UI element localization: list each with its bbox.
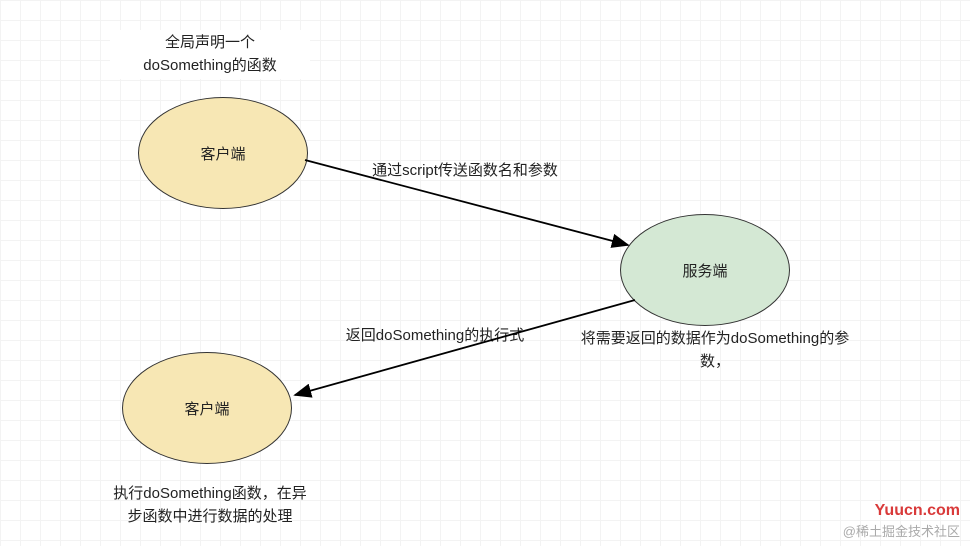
bottom-note-text: 执行doSomething函数，在异 步函数中进行数据的处理 — [113, 485, 306, 525]
node-client-top-label: 客户端 — [200, 143, 245, 164]
watermark-site: Yuucn.com — [875, 502, 960, 520]
node-server-label: 服务端 — [682, 260, 727, 281]
top-note-text: 全局声明一个 doSomething的函数 — [143, 34, 276, 74]
arrow2-label: 返回doSomething的执行式 — [320, 325, 550, 348]
node-client-top: 客户端 — [138, 97, 308, 209]
bottom-note: 执行doSomething函数，在异 步函数中进行数据的处理 — [95, 483, 325, 528]
server-note: 将需要返回的数据作为doSomething的参 数， — [560, 328, 870, 373]
node-client-bottom: 客户端 — [122, 352, 292, 464]
top-note: 全局声明一个 doSomething的函数 — [110, 30, 310, 79]
node-server: 服务端 — [620, 214, 790, 326]
node-client-bottom-label: 客户端 — [184, 398, 229, 419]
diagram-arrows — [0, 0, 970, 546]
arrow1-label: 通过script传送函数名和参数 — [350, 160, 580, 183]
watermark-community: @稀土掘金技术社区 — [843, 521, 960, 540]
arrow2-text: 返回doSomething的执行式 — [346, 327, 524, 344]
arrow1-text: 通过script传送函数名和参数 — [372, 162, 558, 179]
server-note-text: 将需要返回的数据作为doSomething的参 数， — [581, 330, 849, 370]
